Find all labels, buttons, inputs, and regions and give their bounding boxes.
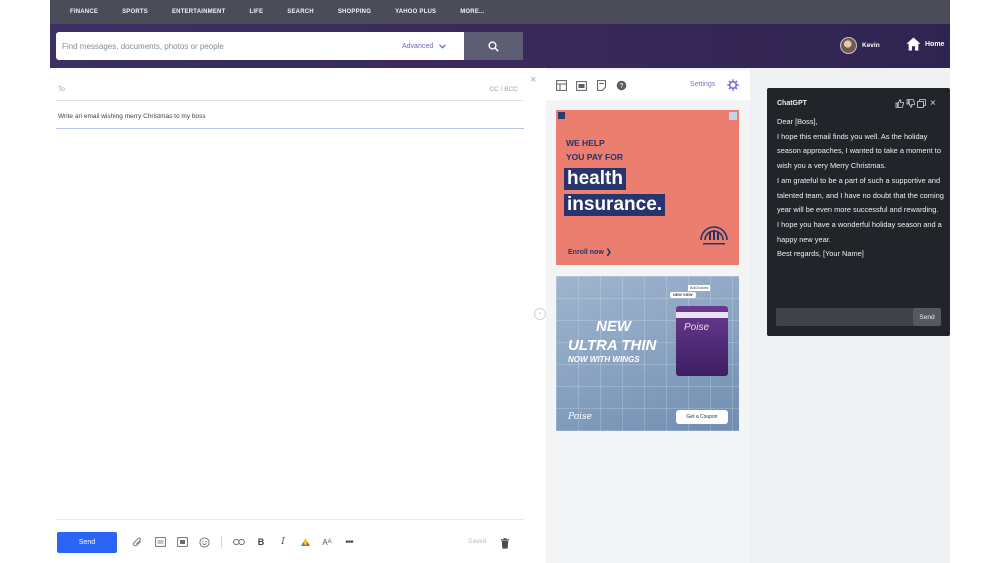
calendar-icon[interactable] xyxy=(576,80,587,91)
chatgpt-input[interactable] xyxy=(776,308,914,326)
to-field[interactable]: To CC / BCC xyxy=(56,80,524,101)
header-bar: Advanced Kevin Home xyxy=(50,24,950,68)
ad-headline-insurance: insurance. xyxy=(564,194,666,216)
compose-toolbar: Send B I A A ••• xyxy=(57,531,527,553)
trash-icon[interactable] xyxy=(500,536,510,554)
toolbar-divider xyxy=(56,519,524,520)
gif-icon[interactable] xyxy=(171,532,193,553)
thumbs-up-icon[interactable] xyxy=(895,99,904,108)
font-size-icon[interactable]: AA xyxy=(316,532,338,553)
mail-window: FINANCE SPORTS ENTERTAINMENT LIFE SEARCH… xyxy=(50,0,950,563)
compose-panel: To CC / BCC × Write an email wishing mer… xyxy=(50,68,546,563)
contacts-icon[interactable] xyxy=(556,79,567,91)
response-line: Best regards, [Your Name] xyxy=(777,249,864,259)
adchoices-icon[interactable] xyxy=(729,112,737,120)
ad-brand-logo: Poise xyxy=(568,412,592,422)
nav-sports[interactable]: SPORTS xyxy=(122,9,148,15)
ad-tagline-line2: YOU PAY FOR xyxy=(566,152,623,162)
settings-link[interactable]: Settings xyxy=(690,81,715,88)
covered-california-logo xyxy=(700,226,728,245)
link-icon[interactable] xyxy=(228,532,250,553)
collapse-panel-toggle[interactable]: › xyxy=(534,308,546,320)
nav-life[interactable]: LIFE xyxy=(249,9,263,15)
ad-headline-new: NEW xyxy=(596,318,631,335)
nav-shopping[interactable]: SHOPPING xyxy=(338,9,371,15)
toolbar-separator xyxy=(221,536,222,548)
search-input[interactable] xyxy=(56,32,386,60)
help-icon[interactable]: ? xyxy=(616,80,627,91)
attach-icon[interactable] xyxy=(127,532,149,553)
health-insurance-ad[interactable]: WE HELP YOU PAY FOR health insurance. En… xyxy=(556,110,739,265)
subject-field[interactable]: Write an email wishing merry Christmas t… xyxy=(56,107,524,129)
avatar xyxy=(840,37,857,54)
adchoices-label[interactable]: AdChoices xyxy=(688,285,711,291)
bold-icon[interactable]: B xyxy=(250,532,272,553)
page: FINANCE SPORTS ENTERTAINMENT LIFE SEARCH… xyxy=(0,0,1000,563)
top-nav: FINANCE SPORTS ENTERTAINMENT LIFE SEARCH… xyxy=(50,0,950,24)
nav-finance[interactable]: FINANCE xyxy=(70,9,98,15)
emoji-icon[interactable] xyxy=(193,532,215,553)
send-button[interactable]: Send xyxy=(57,531,117,553)
search-icon xyxy=(488,40,499,52)
advanced-search-toggle[interactable]: Advanced xyxy=(402,32,464,60)
response-line: Dear [Boss], xyxy=(777,117,818,126)
cc-bcc-link[interactable]: CC / BCC xyxy=(489,86,518,93)
home-label: Home xyxy=(925,40,945,48)
ad-corner-mark xyxy=(558,112,565,119)
saved-status: Saved xyxy=(468,538,487,545)
advanced-label: Advanced xyxy=(402,42,434,50)
gear-icon[interactable] xyxy=(727,79,739,91)
ad-headline-wings: NOW WITH WINGS xyxy=(568,355,640,364)
italic-icon[interactable]: I xyxy=(272,532,294,553)
nav-entertainment[interactable]: ENTERTAINMENT xyxy=(172,9,226,15)
notepad-icon[interactable] xyxy=(596,79,607,91)
chevron-down-icon xyxy=(439,43,447,49)
nav-more[interactable]: MORE... xyxy=(460,9,484,15)
nav-yahoo-plus[interactable]: YAHOO PLUS xyxy=(395,9,436,15)
product-package: Poise xyxy=(676,306,728,376)
close-icon[interactable]: × xyxy=(930,98,936,109)
home-icon xyxy=(906,37,921,51)
right-panel: ? Settings › WE HELP YOU PAY FOR health … xyxy=(534,68,750,563)
close-icon[interactable]: × xyxy=(530,74,536,86)
profile-name: Kevin xyxy=(862,42,880,49)
poise-ad[interactable]: AdChoices NEW VIEW Poise NEW ULTRA THIN … xyxy=(556,276,739,431)
chatgpt-response: Dear [Boss], I hope this email finds you… xyxy=(777,115,945,262)
ad-tagline: WE HELP YOU PAY FOR xyxy=(566,136,623,164)
ad-enroll-link[interactable]: Enroll now ❯ xyxy=(568,248,612,256)
chevron-right-icon: › xyxy=(539,311,541,317)
ad-tagline-line1: WE HELP xyxy=(566,138,605,148)
ad-headline-ultra-thin: ULTRA THIN xyxy=(568,337,657,354)
svg-text:?: ? xyxy=(620,83,624,90)
response-line: I hope this email finds you well. As the… xyxy=(777,131,941,171)
search-box: Advanced xyxy=(56,32,523,60)
to-label: To xyxy=(58,86,65,93)
search-button[interactable] xyxy=(464,32,523,60)
chatgpt-title: ChatGPT xyxy=(777,100,807,107)
copy-icon[interactable] xyxy=(917,99,926,108)
profile-menu[interactable]: Kevin xyxy=(840,37,880,54)
home-link[interactable]: Home xyxy=(906,37,944,51)
chatgpt-actions: × xyxy=(895,98,936,109)
ad-headline-health: health xyxy=(564,168,626,190)
package-brand: Poise xyxy=(684,322,710,333)
chatgpt-send-button[interactable]: Send xyxy=(913,308,941,326)
more-options-icon[interactable]: ••• xyxy=(338,532,360,553)
text-color-icon[interactable] xyxy=(294,532,316,553)
thumbs-down-icon[interactable] xyxy=(906,99,915,108)
response-line: I hope you have a wonderful holiday seas… xyxy=(777,219,942,244)
chatgpt-panel: ChatGPT × Dear [Boss], I hope this email… xyxy=(767,88,950,336)
image-icon[interactable] xyxy=(149,532,171,553)
get-coupon-button[interactable]: Get a Coupon xyxy=(676,410,728,424)
response-line: I am grateful to be a part of such a sup… xyxy=(777,175,944,215)
right-panel-toolbar: ? Settings xyxy=(546,70,750,100)
new-badge: NEW VIEW xyxy=(670,292,696,298)
package-band xyxy=(676,312,728,318)
brand-name: Poise xyxy=(568,412,592,422)
nav-search[interactable]: SEARCH xyxy=(287,9,314,15)
